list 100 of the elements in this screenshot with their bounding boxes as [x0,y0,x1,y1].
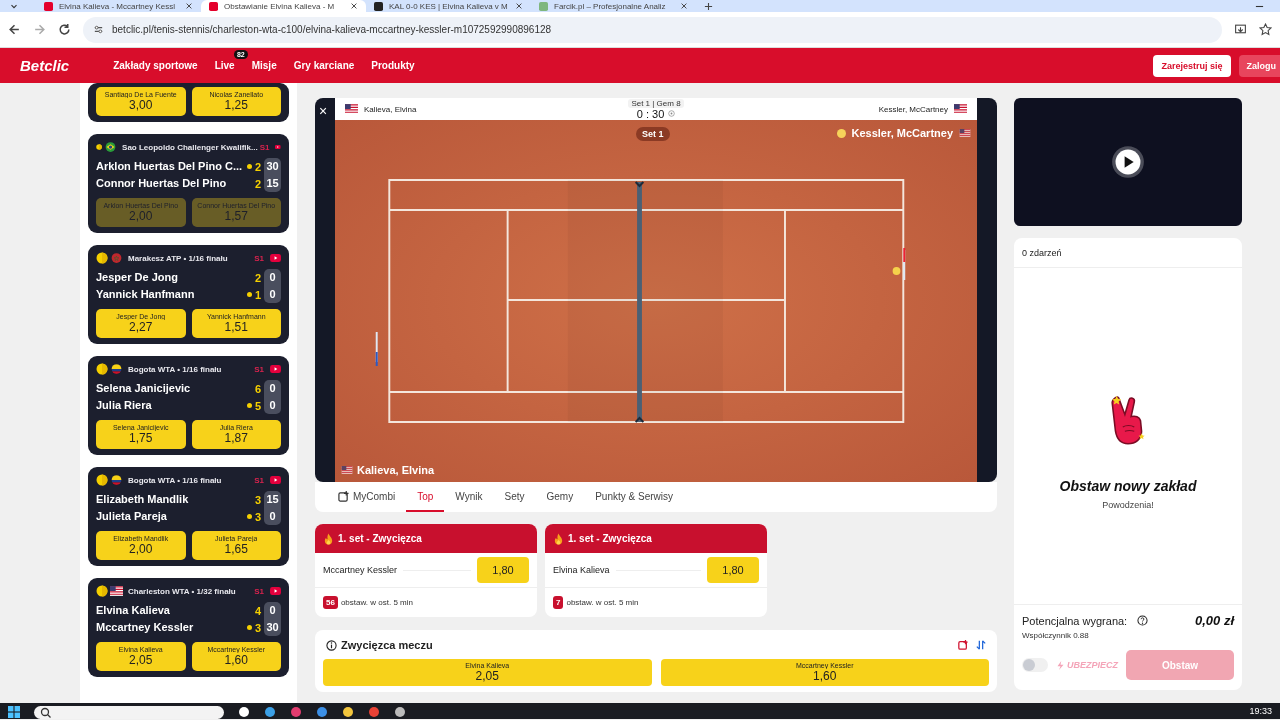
odds-button[interactable]: 1,80 [477,557,529,583]
player-name: Elizabeth Mandlik [96,492,190,507]
player-name: Kessler, McCartney [851,127,953,139]
coefficient-text: Współczynnik 0.88 [1022,631,1090,640]
insure-label: UBEZPIECZ [1056,660,1118,670]
bet-count-note: obstaw. w ost. 5 min [566,598,639,607]
nav-link[interactable]: Zakłady sportowe [113,60,198,71]
help-icon[interactable] [1137,615,1149,626]
close-icon[interactable] [350,2,358,10]
nav-link[interactable]: Misje [251,60,277,71]
market-tab[interactable]: Top [406,482,445,512]
browser-tab[interactable]: Obstawianie Elvina Kalieva - M [201,0,366,12]
games-score: 1 [254,288,261,301]
points-score: 0 [268,381,277,396]
live-stream-icon [270,253,281,263]
colombia-flag-icon [110,364,123,374]
search-icon [40,706,52,719]
live-stream-icon [270,586,281,596]
bookmark-star-icon[interactable] [1259,23,1272,36]
score: 0 : 30 [636,107,665,120]
selection-name: Mccartney Kessler [323,565,398,575]
selection-name: Elvina Kalieva [553,565,610,575]
site-settings-icon[interactable] [93,24,104,35]
points-score: 15 [266,492,279,507]
close-icon[interactable] [515,2,523,10]
taskbar-search[interactable] [34,706,224,719]
reload-icon[interactable] [58,23,71,36]
us-flag-icon [110,586,123,596]
clock-time: 19:33 [1249,706,1272,716]
logo[interactable]: Betclic [20,57,70,74]
market-tab[interactable]: Punkty & Serwisy [584,482,684,512]
lightning-icon [1056,660,1065,670]
colombia-flag-icon [110,475,123,485]
market-tab[interactable]: Sety [493,482,536,512]
us-flag-icon [345,104,358,114]
tournament-name: Sao Leopoldo Challenger Kwalifik... [122,142,258,152]
close-icon[interactable]: × [319,104,328,118]
app-icon[interactable] [238,706,250,718]
selection-count: 0 zdarzeń [1022,247,1062,258]
close-icon[interactable] [185,2,193,10]
add-combo-icon[interactable] [958,640,968,650]
browser-tab[interactable]: KAL 0-0 KES | Elvina Kalieva v M [366,0,531,12]
url-text: betclic.pl/tenis-stennis/charleston-wta-c100/elvina-kalieva-mccartney-kessler-m1072592990896128 [112,24,552,35]
set-label: S1 [254,475,264,485]
tennis-ball-icon [96,474,108,486]
play-icon[interactable] [1111,145,1145,179]
market-title: Zwycięzca meczu [341,639,433,651]
swap-arrows-icon[interactable] [976,640,986,650]
market-tab[interactable]: MyCombi [327,482,407,512]
app-icon[interactable] [264,706,276,718]
nav-link[interactable]: Gry karciane [293,60,355,71]
new-tab-icon[interactable] [704,1,713,11]
potential-win-label: Potencjalna wygrana: [1022,614,1128,627]
player-name: Kalieva, Elvina [364,104,417,114]
player-name: Yannick Hanfmann [96,287,196,302]
tennis-ball-icon [96,585,108,597]
favicon-icon [539,1,548,11]
odds-button[interactable]: 1,80 [707,557,759,583]
points-score: 0 [268,270,277,285]
card-header: 1. set - Zwycięzca [545,524,767,553]
tournament-name: Bogota WTA • 1/16 finału [128,475,223,485]
favicon-icon [44,1,53,11]
flame-icon [323,532,334,545]
insure-toggle[interactable] [1022,658,1048,672]
register-button[interactable]: Zarejestruj się [1153,54,1231,77]
player-name: Elvina Kalieva [96,603,171,618]
url-field[interactable]: betclic.pl/tenis-stennis/charleston-wta-c100/elvina-kalieva-mccartney-kessler-m1072592990896128 [83,16,1222,43]
market-tab[interactable]: Gemy [535,482,585,512]
ball-icon [668,110,676,117]
games-score: 4 [254,604,261,617]
start-icon[interactable] [8,706,20,718]
close-icon[interactable] [680,2,688,10]
morocco-flag-icon [110,253,123,263]
set-label: S1 [254,364,264,374]
set-badge: Set 1 [636,127,670,141]
browser-tab[interactable]: Elvina Kalieva - Mccartney Kessl [36,0,201,12]
games-score: 5 [254,399,261,412]
app-icon[interactable] [394,706,406,718]
points-score: 0 [268,509,277,524]
favicon-icon [374,1,383,11]
player-name: Arklon Huertas Del Pino C... [96,159,244,174]
games-score: 6 [254,382,261,395]
app-icon[interactable] [342,706,354,718]
nav-link[interactable]: Produkty [371,60,415,71]
install-icon[interactable] [1234,23,1247,36]
back-icon[interactable] [8,23,21,36]
market-tab[interactable]: Wynik [444,482,494,512]
browser-tab[interactable]: Farcik.pl – Profesjonalne Analiz [531,0,696,12]
login-button[interactable]: Zalogu [1238,54,1280,77]
games-score: 3 [254,621,261,634]
games-score: 2 [254,271,261,284]
live-stream-icon [270,364,281,374]
tournament-name: Charleston WTA • 1/32 finału [128,586,237,596]
bet-count-note: obstaw. w ost. 5 min [340,598,413,607]
card-header: 1. set - Zwycięzca [315,524,537,553]
brazil-flag-icon [104,142,118,152]
points-score: 0 [268,603,277,618]
player-name: Julieta Pareja [96,509,168,524]
add-combo-icon [338,490,349,502]
player-name: Kalieva, Elvina [357,464,435,476]
